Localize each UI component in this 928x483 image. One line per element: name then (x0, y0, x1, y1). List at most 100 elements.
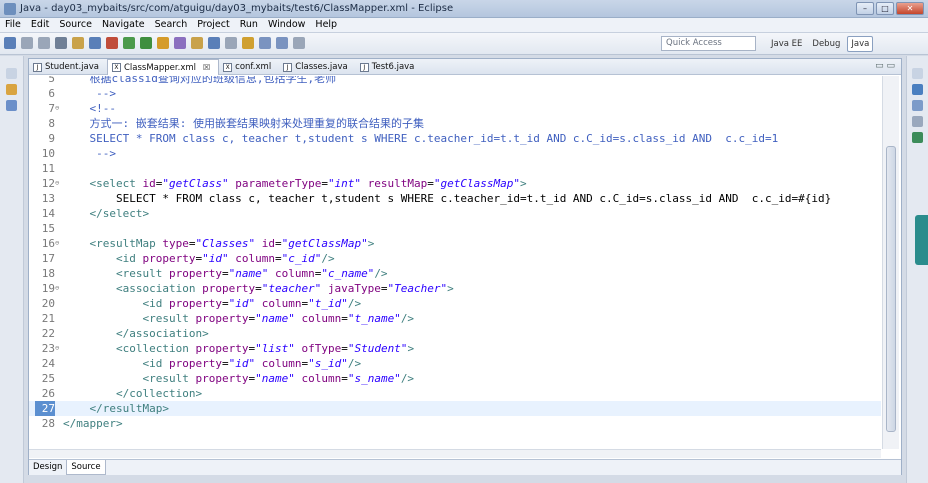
horizontal-scrollbar[interactable] (29, 449, 881, 458)
close-tab-icon[interactable]: ☒ (203, 63, 210, 72)
toolbar-tool-icon[interactable] (38, 37, 50, 49)
code-line[interactable]: 18 <result property="name" column="c_nam… (29, 266, 881, 281)
tab-label: conf.xml (235, 62, 272, 72)
menu-file[interactable]: File (0, 18, 26, 32)
menu-project[interactable]: Project (192, 18, 235, 32)
toolbar-tool-icon[interactable] (208, 37, 220, 49)
code-area[interactable]: 5 根据classid查询对应的班级信息,包括学生,老师 6 --> 7 ⊖ <!--… (29, 76, 881, 449)
code-text: </mapper> (63, 417, 123, 430)
line-number: 23 (41, 342, 55, 355)
menu-bar: File Edit Source Navigate Search Project Run Wi… (0, 18, 928, 33)
vertical-scrollbar[interactable] (882, 76, 899, 449)
side-widget-tab[interactable] (915, 215, 928, 265)
code-line[interactable]: 17 <id property="id" column="c_id"/> (29, 251, 881, 266)
menu-edit[interactable]: Edit (26, 18, 54, 32)
tab-design[interactable]: Design (29, 460, 66, 475)
editor-view-controls[interactable]: ▭ ▭ (875, 61, 895, 71)
toolbar-tool-icon[interactable] (106, 37, 118, 49)
minimize-button[interactable]: – (856, 2, 874, 15)
restore-icon[interactable] (912, 68, 923, 79)
line-number: 11 (41, 162, 55, 175)
code-line[interactable]: 28 </mapper> (29, 416, 881, 431)
line-number: 10 (41, 147, 55, 160)
outline-icon[interactable] (912, 84, 923, 95)
menu-source[interactable]: Source (54, 18, 97, 32)
code-line[interactable]: 9 SELECT * FROM class c, teacher t,stude… (29, 131, 881, 146)
code-line[interactable]: 6 --> (29, 86, 881, 101)
fold-toggle-icon[interactable]: ⊖ (55, 236, 62, 251)
task-list-icon[interactable] (912, 100, 923, 111)
toolbar-tool-icon[interactable] (21, 37, 33, 49)
perspective-java-ee-button[interactable]: Java EE (768, 37, 805, 51)
restore-icon[interactable] (6, 68, 17, 79)
code-line[interactable]: 12 ⊖ <select id="getClass" parameterType=… (29, 176, 881, 191)
fold-toggle-icon[interactable]: ⊖ (55, 341, 62, 356)
toolbar-tool-icon[interactable] (72, 37, 84, 49)
perspective-debug-button[interactable]: Debug (809, 37, 843, 51)
toolbar-tool-icon[interactable] (140, 37, 152, 49)
tab-conf-xml[interactable]: Xconf.xml (219, 59, 279, 75)
code-text: --> (63, 147, 116, 160)
code-line[interactable]: 22 </association> (29, 326, 881, 341)
code-text: 根据classid查询对应的班级信息,包括学生,老师 (63, 76, 337, 85)
toolbar-tool-icon[interactable] (89, 37, 101, 49)
tab-source[interactable]: Source (66, 460, 106, 475)
quick-access-input[interactable]: Quick Access (661, 36, 756, 51)
toolbar-tool-icon[interactable] (157, 37, 169, 49)
code-line[interactable]: 27 </resultMap> (29, 401, 881, 416)
code-line[interactable]: 23 ⊖ <collection property="list" ofType="… (29, 341, 881, 356)
fold-toggle-icon[interactable]: ⊖ (55, 101, 62, 116)
toolbar-tool-icon[interactable] (55, 37, 67, 49)
scrollbar-thumb[interactable] (886, 146, 896, 432)
line-number: 6 (48, 87, 55, 100)
package-explorer-icon[interactable] (6, 84, 17, 95)
line-number: 13 (41, 192, 55, 205)
menu-navigate[interactable]: Navigate (97, 18, 150, 32)
code-line[interactable]: 13 SELECT * FROM class c, teacher t,stud… (29, 191, 881, 206)
toolbar-tool-icon[interactable] (293, 37, 305, 49)
toolbar-tool-icon[interactable] (242, 37, 254, 49)
line-number: 27 (35, 401, 55, 416)
console-icon[interactable] (912, 132, 923, 143)
toolbar-tool-icon[interactable] (174, 37, 186, 49)
code-line[interactable]: 7 ⊖ <!-- (29, 101, 881, 116)
code-text: <id property="id" column="s_id"/> (142, 357, 362, 370)
code-line[interactable]: 8 方式一: 嵌套结果: 使用嵌套结果映射来处理重复的联合结果的子集 (29, 116, 881, 131)
tab-label: ClassMapper.xml (123, 62, 196, 73)
menu-search[interactable]: Search (150, 18, 193, 32)
code-line[interactable]: 19 ⊖ <association property="teacher" java… (29, 281, 881, 296)
code-line[interactable]: 15 (29, 221, 881, 236)
right-trim-bar (906, 56, 928, 483)
code-line[interactable]: 14 </select> (29, 206, 881, 221)
problems-icon[interactable] (912, 116, 923, 127)
toolbar-tool-icon[interactable] (123, 37, 135, 49)
fold-toggle-icon[interactable]: ⊖ (55, 176, 62, 191)
code-line[interactable]: 21 <result property="name" column="t_nam… (29, 311, 881, 326)
tab-test6-java[interactable]: J Test6.java (356, 59, 423, 75)
code-line[interactable]: 20 <id property="id" column="t_id"/> (29, 296, 881, 311)
code-line[interactable]: 25 <result property="name" column="s_nam… (29, 371, 881, 386)
menu-help[interactable]: Help (310, 18, 342, 32)
code-line[interactable]: 5 根据classid查询对应的班级信息,包括学生,老师 (29, 76, 881, 86)
menu-window[interactable]: Window (263, 18, 310, 32)
toolbar-tool-icon[interactable] (4, 37, 16, 49)
menu-run[interactable]: Run (235, 18, 263, 32)
code-line[interactable]: 16 ⊖ <resultMap type="Classes" id="getCla… (29, 236, 881, 251)
code-line[interactable]: 10 --> (29, 146, 881, 161)
code-line[interactable]: 26 </collection> (29, 386, 881, 401)
perspective-java-button[interactable]: Java (847, 36, 874, 52)
tab-classes-java[interactable]: J Classes.java (279, 59, 356, 75)
hierarchy-icon[interactable] (6, 100, 17, 111)
fold-toggle-icon[interactable]: ⊖ (55, 281, 62, 296)
eclipse-icon (4, 3, 16, 15)
toolbar-tool-icon[interactable] (225, 37, 237, 49)
toolbar-tool-icon[interactable] (276, 37, 288, 49)
code-line[interactable]: 11 (29, 161, 881, 176)
tab-classmapper-xml[interactable]: X ClassMapper.xml ☒ (106, 59, 220, 75)
maximize-button[interactable]: □ (876, 2, 894, 15)
toolbar-tool-icon[interactable] (259, 37, 271, 49)
close-button[interactable]: ✕ (896, 2, 924, 15)
tab-student-java[interactable]: J Student.java (29, 59, 107, 75)
toolbar-tool-icon[interactable] (191, 37, 203, 49)
code-line[interactable]: 24 <id property="id" column="s_id"/> (29, 356, 881, 371)
